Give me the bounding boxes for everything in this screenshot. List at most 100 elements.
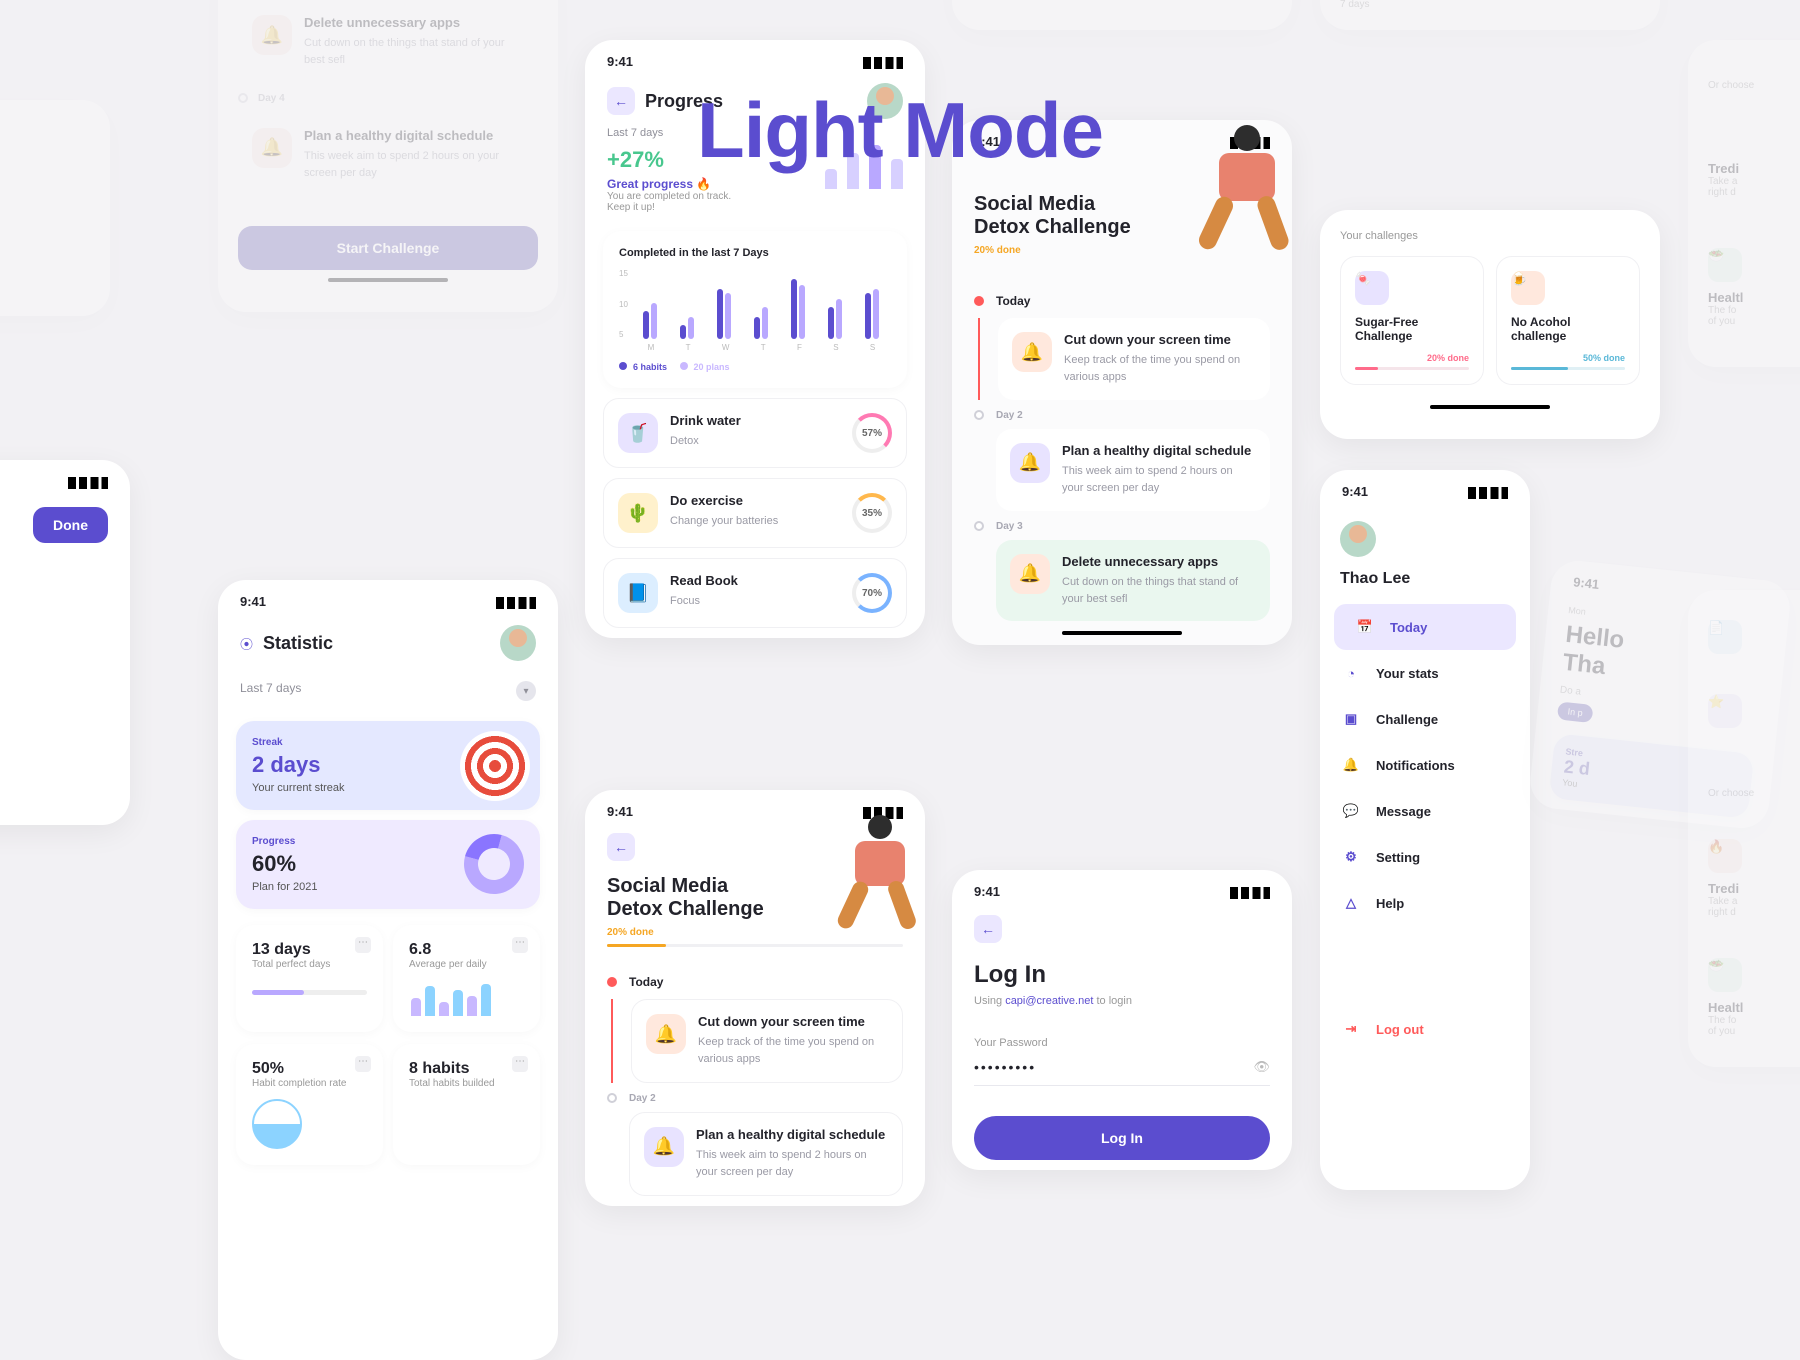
- side-fragment-mid: 📄 ⭐ Or choose 🔥 Tredi Take a right d 🥗 H…: [1688, 590, 1800, 1067]
- bell-icon: 🔔: [252, 128, 292, 168]
- metric3-label: Habit completion rate: [252, 1078, 367, 1089]
- detox-task-1b[interactable]: 🔔 Cut down your screen timeKeep track of…: [998, 318, 1270, 400]
- ring-icon: 35%: [852, 493, 892, 533]
- habit-read-book[interactable]: 📘 Read BookFocus 70%: [603, 558, 907, 628]
- health-sub2: of you: [1708, 316, 1800, 327]
- task1-title: Delete unnecessary apps: [304, 15, 524, 30]
- candy-icon: 🍬: [1355, 271, 1389, 305]
- logout-icon: ⇥: [1340, 1018, 1362, 1040]
- home-indicator: [328, 278, 448, 282]
- menu-item-challenge[interactable]: ▣Challenge: [1320, 696, 1530, 742]
- welcome-h2: w!: [0, 191, 86, 222]
- welcome-h1: me to: [0, 160, 86, 191]
- detox-task-3b[interactable]: 🔔 Delete unnecessary appsCut down on the…: [996, 540, 1270, 622]
- more-icon[interactable]: ⋯: [512, 937, 528, 953]
- t1-sub: Keep track of the time you spend on vari…: [698, 1036, 874, 1065]
- x-tick: T: [761, 343, 766, 352]
- range-chevron-icon[interactable]: ▾: [516, 681, 536, 701]
- menu-screen: 9:41 Thao Lee 📅Today ◔Your stats ▣Challe…: [1320, 470, 1530, 1190]
- status-time: 9:41: [974, 884, 1000, 899]
- menu-username: Thao Lee: [1340, 570, 1510, 588]
- status-icons: [863, 54, 903, 69]
- habit-exercise[interactable]: 🌵 Do exerciseChange your batteries 35%: [603, 478, 907, 548]
- home-indicator: [1430, 405, 1550, 409]
- t2-sub-b: This week aim to spend 2 hours on your s…: [1062, 465, 1233, 494]
- t2-sub: This week aim to spend 2 hours on your s…: [696, 1149, 867, 1178]
- c2-t2: challenge: [1511, 329, 1625, 343]
- status-icons: [1230, 884, 1270, 899]
- habit2-sub: Change your batteries: [670, 515, 778, 527]
- back-icon[interactable]: ←: [974, 915, 1002, 943]
- pw-label: Your Password: [974, 1037, 1270, 1049]
- tredi-title2: Tredi: [1708, 881, 1800, 896]
- challenge-card-alcohol[interactable]: 🍺 No Acohol challenge 50% done: [1496, 256, 1640, 385]
- habit1-title: Drink water: [670, 413, 840, 428]
- habit-drink-water[interactable]: 🥤 Drink waterDetox 57%: [603, 398, 907, 468]
- more-icon[interactable]: ⋯: [512, 1056, 528, 1072]
- menu-item-message[interactable]: 💬Message: [1320, 788, 1530, 834]
- timeline-dot: [974, 410, 984, 420]
- challenge-intro-screen: Day 3 🔔 Delete unnecessary appsCut down …: [218, 0, 558, 312]
- metric-avg-daily[interactable]: 6.8 Average per daily ⋯: [393, 925, 540, 1032]
- intro-task-2[interactable]: 🔔 Plan a healthy digital scheduleThis we…: [238, 114, 538, 196]
- c1-pct: 20% done: [1355, 353, 1469, 363]
- avatar[interactable]: [500, 625, 536, 661]
- done-button[interactable]: Done: [33, 507, 108, 543]
- tredi-sub2: right d: [1708, 187, 1800, 198]
- timer-fragment: Done :25 ⏸ ⏹: [0, 460, 130, 825]
- metric-completion-rate[interactable]: 50% Habit completion rate ⋯: [236, 1044, 383, 1165]
- menu-item-logout[interactable]: ⇥Log out: [1320, 1006, 1530, 1052]
- streak-card[interactable]: Streak 2 days Your current streak: [236, 721, 540, 810]
- metric1-label: Total perfect days: [252, 959, 367, 970]
- back-icon[interactable]: ←: [607, 833, 635, 861]
- more-icon[interactable]: ⋯: [355, 1056, 371, 1072]
- habit2-title: Do exercise: [670, 493, 840, 508]
- statistic-screen: 9:41 ⦿ Statistic Last 7 days ▾ Streak 2 …: [218, 580, 558, 1360]
- start-challenge-button[interactable]: Start Challenge: [238, 226, 538, 270]
- or-choose-label2: Or choose: [1708, 788, 1800, 799]
- password-input[interactable]: •••••••••: [974, 1059, 1036, 1075]
- chart-card: Completed in the last 7 Days 15 10 5: [603, 231, 907, 388]
- metric-perfect-days[interactable]: 13 days Total perfect days ⋯: [236, 925, 383, 1032]
- help-icon: △: [1340, 892, 1362, 914]
- progress-sub1: You are completed on track.: [607, 191, 903, 202]
- eye-icon[interactable]: 👁: [1253, 1059, 1270, 1075]
- message-icon: 💬: [1340, 800, 1362, 822]
- task2-title: Plan a healthy digital schedule: [304, 128, 524, 143]
- login-button[interactable]: Log In: [974, 1116, 1270, 1160]
- detox-task-1[interactable]: 🔔 Cut down your screen timeKeep track of…: [631, 999, 903, 1083]
- metric3-value: 50%: [252, 1060, 367, 1078]
- avatar[interactable]: [1340, 521, 1376, 557]
- menu-item-help[interactable]: △Help: [1320, 880, 1530, 926]
- top-challenge-days: 7 days: [1340, 0, 1524, 10]
- status-time: 9:41: [607, 804, 633, 819]
- inp-pill: In p: [1557, 701, 1594, 723]
- t1-sub-b: Keep track of the time you spend on vari…: [1064, 354, 1240, 383]
- health-title: Healtl: [1708, 290, 1800, 305]
- detox-task-2[interactable]: 🔔 Plan a healthy digital scheduleThis we…: [629, 1112, 903, 1196]
- menu-item-setting[interactable]: ⚙Setting: [1320, 834, 1530, 880]
- ring-icon: 57%: [852, 413, 892, 453]
- back-icon[interactable]: ←: [607, 87, 635, 115]
- x-tick: M: [648, 343, 655, 352]
- fire-icon: 🔥: [1708, 839, 1742, 873]
- login-email: capi@creative.net: [1005, 995, 1093, 1007]
- progress-card[interactable]: Progress 60% Plan for 2021: [236, 820, 540, 909]
- person-illustration: [815, 815, 925, 945]
- challenge-card-sugar[interactable]: 🍬 Sugar-Free Challenge 20% done: [1340, 256, 1484, 385]
- star-icon: ⭐: [1708, 694, 1742, 728]
- menu-item-stats[interactable]: ◔Your stats: [1320, 650, 1530, 696]
- menu-item-notifications[interactable]: 🔔Notifications: [1320, 742, 1530, 788]
- metric-total-habits[interactable]: 8 habits Total habits builded ⋯: [393, 1044, 540, 1165]
- more-icon[interactable]: ⋯: [355, 937, 371, 953]
- metric4-label: Total habits builded: [409, 1078, 524, 1089]
- menu-item-today[interactable]: 📅Today: [1334, 604, 1516, 650]
- y-tick: 5: [619, 330, 628, 339]
- timeline-dot: [238, 93, 248, 103]
- bell-icon: 🔔: [646, 1014, 686, 1054]
- intro-task-1[interactable]: 🔔 Delete unnecessary appsCut down on the…: [238, 1, 538, 83]
- water-icon: [252, 1099, 302, 1149]
- legend-dot-icon: [680, 362, 688, 370]
- hero-title: Light Mode: [697, 85, 1103, 176]
- detox-task-2b[interactable]: 🔔 Plan a healthy digital scheduleThis we…: [996, 429, 1270, 511]
